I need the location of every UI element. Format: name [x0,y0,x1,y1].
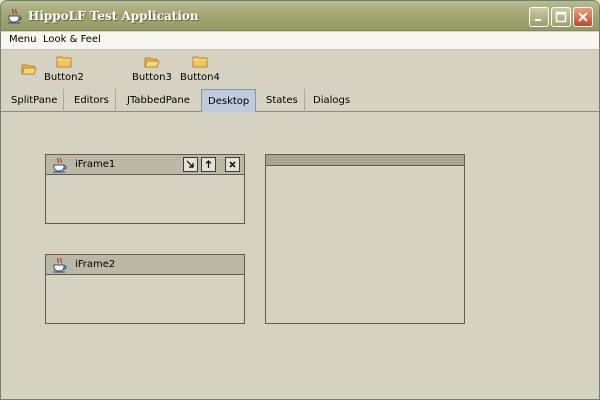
tab-bar: SplitPane Editors JTabbedPane Desktop St… [1,89,599,112]
internal-frame-3-title-bar[interactable] [266,155,464,166]
tab-splitpane-label: SplitPane [11,95,58,106]
internal-frame-1-title-bar[interactable]: iFrame1 [46,155,244,175]
internal-frame-2-title-bar[interactable]: iFrame2 [46,255,244,275]
folder-open-icon [21,64,37,75]
internal-frame-2[interactable]: iFrame2 [45,254,245,324]
tab-states[interactable]: States [260,89,305,112]
tab-states-label: States [266,95,298,106]
minimize-button[interactable] [529,7,549,27]
folder-icon [56,56,72,68]
iframe1-maximize-button[interactable] [201,157,216,172]
maximize-button[interactable] [551,7,571,27]
java-cup-icon [53,157,67,173]
tab-editors-label: Editors [74,95,109,106]
toolbar-button-1[interactable] [15,56,43,80]
internal-frame-1[interactable]: iFrame1 [45,154,245,224]
internal-frame-2-title: iFrame2 [75,259,116,270]
menu-bar: Menu Look & Feel [1,32,599,50]
folder-icon [192,56,208,68]
menu-item-menu[interactable]: Menu [9,34,36,45]
minimize-icon [535,19,541,21]
tab-jtabbedpane-label: JTabbedPane [127,95,190,106]
iframe1-close-button[interactable] [225,157,240,172]
toolbar-button-3[interactable]: Button3 [129,52,175,86]
toolbar-button-2[interactable]: Button2 [41,52,87,86]
close-button[interactable] [573,7,593,27]
title-bar[interactable]: HippoLF Test Application [1,1,599,31]
toolbar: Button2 Button3 Button4 [1,50,599,88]
tab-desktop-label: Desktop [208,96,250,107]
close-icon [229,161,236,168]
toolbar-button-4[interactable]: Button4 [177,52,223,86]
tab-dialogs-label: Dialogs [313,95,351,106]
iframe1-iconify-button[interactable] [183,157,198,172]
desktop-pane: iFrame1 iFrame2 [1,113,599,399]
window-title: HippoLF Test Application [28,9,199,23]
tab-editors[interactable]: Editors [68,89,116,112]
tab-dialogs[interactable]: Dialogs [307,89,356,112]
tab-splitpane[interactable]: SplitPane [5,89,65,112]
menu-item-look-and-feel[interactable]: Look & Feel [43,34,101,45]
maximize-icon [555,11,567,23]
iconify-icon [186,160,194,168]
java-cup-icon [8,8,22,24]
arrow-up-icon [205,160,212,168]
toolbar-button-4-label: Button4 [180,72,220,83]
close-icon [578,12,588,22]
internal-frame-3[interactable] [265,154,465,324]
toolbar-button-3-label: Button3 [132,72,172,83]
internal-frame-1-title: iFrame1 [75,159,116,170]
tab-desktop[interactable]: Desktop [201,89,257,112]
java-cup-icon [53,257,67,273]
folder-open-icon [144,57,160,68]
toolbar-button-2-label: Button2 [44,72,84,83]
tab-jtabbedpane[interactable]: JTabbedPane [121,89,196,112]
application-window: HippoLF Test Application Menu Look & Fee… [0,0,600,400]
